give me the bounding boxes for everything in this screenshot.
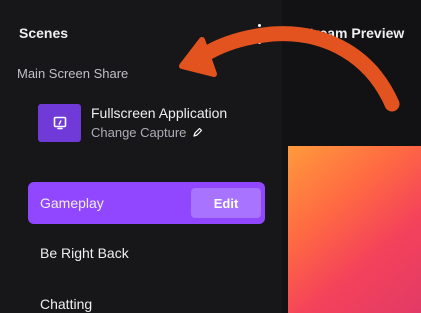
- preview-title: Stream Preview: [300, 25, 405, 41]
- pencil-icon: [193, 127, 203, 137]
- scene-label: Gameplay: [40, 195, 104, 211]
- scene-item-be-right-back[interactable]: Be Right Back: [28, 232, 265, 274]
- scene-label: Be Right Back: [40, 245, 129, 261]
- capture-source[interactable]: Fullscreen Application Change Capture: [38, 104, 278, 148]
- edit-button[interactable]: Edit: [191, 188, 261, 218]
- stream-preview-panel: Stream Preview: [282, 0, 421, 313]
- streaming-app: Scenes Main Screen Share Fullscreen Appl…: [0, 0, 421, 313]
- scene-item-chatting[interactable]: Chatting: [28, 283, 265, 313]
- scenes-panel: Scenes Main Screen Share Fullscreen Appl…: [0, 0, 282, 313]
- scene-label: Chatting: [40, 296, 93, 312]
- scenes-title: Scenes: [19, 25, 69, 41]
- scene-item-gameplay[interactable]: Gameplay Edit: [28, 182, 265, 224]
- more-options-icon[interactable]: [254, 24, 264, 44]
- preview-canvas: [288, 146, 421, 313]
- screen-share-icon: [38, 104, 81, 142]
- scenes-header: Scenes: [0, 0, 282, 48]
- source-name: Fullscreen Application: [91, 105, 228, 121]
- change-capture-label: Change Capture: [91, 125, 187, 140]
- section-label: Main Screen Share: [17, 66, 129, 81]
- change-capture-link[interactable]: Change Capture: [91, 125, 203, 140]
